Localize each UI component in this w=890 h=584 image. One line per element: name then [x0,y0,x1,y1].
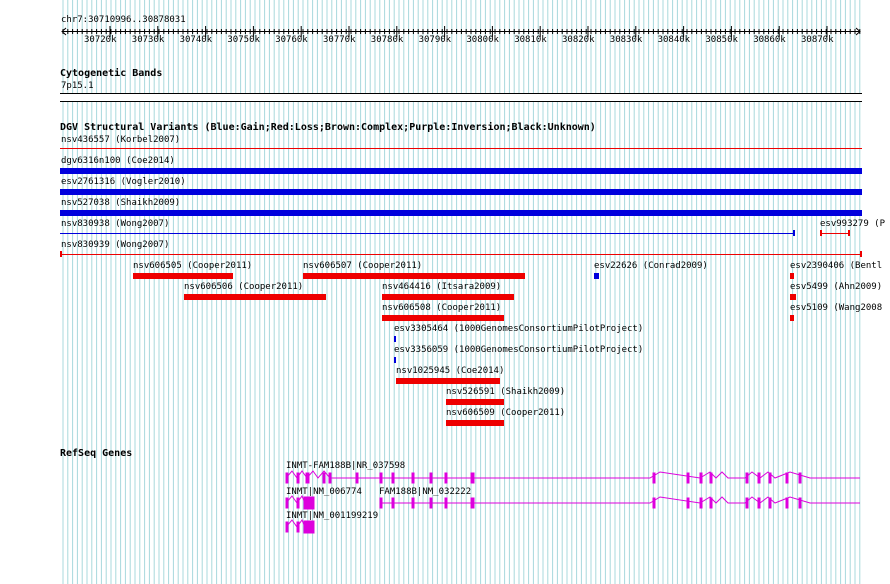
refseq-gene-models[interactable] [0,0,890,584]
gene-model-inmt-001199219 [285,518,306,528]
gene-model-inmt-fam188b [285,470,860,479]
gene-model-inmt-006774 [285,494,306,504]
